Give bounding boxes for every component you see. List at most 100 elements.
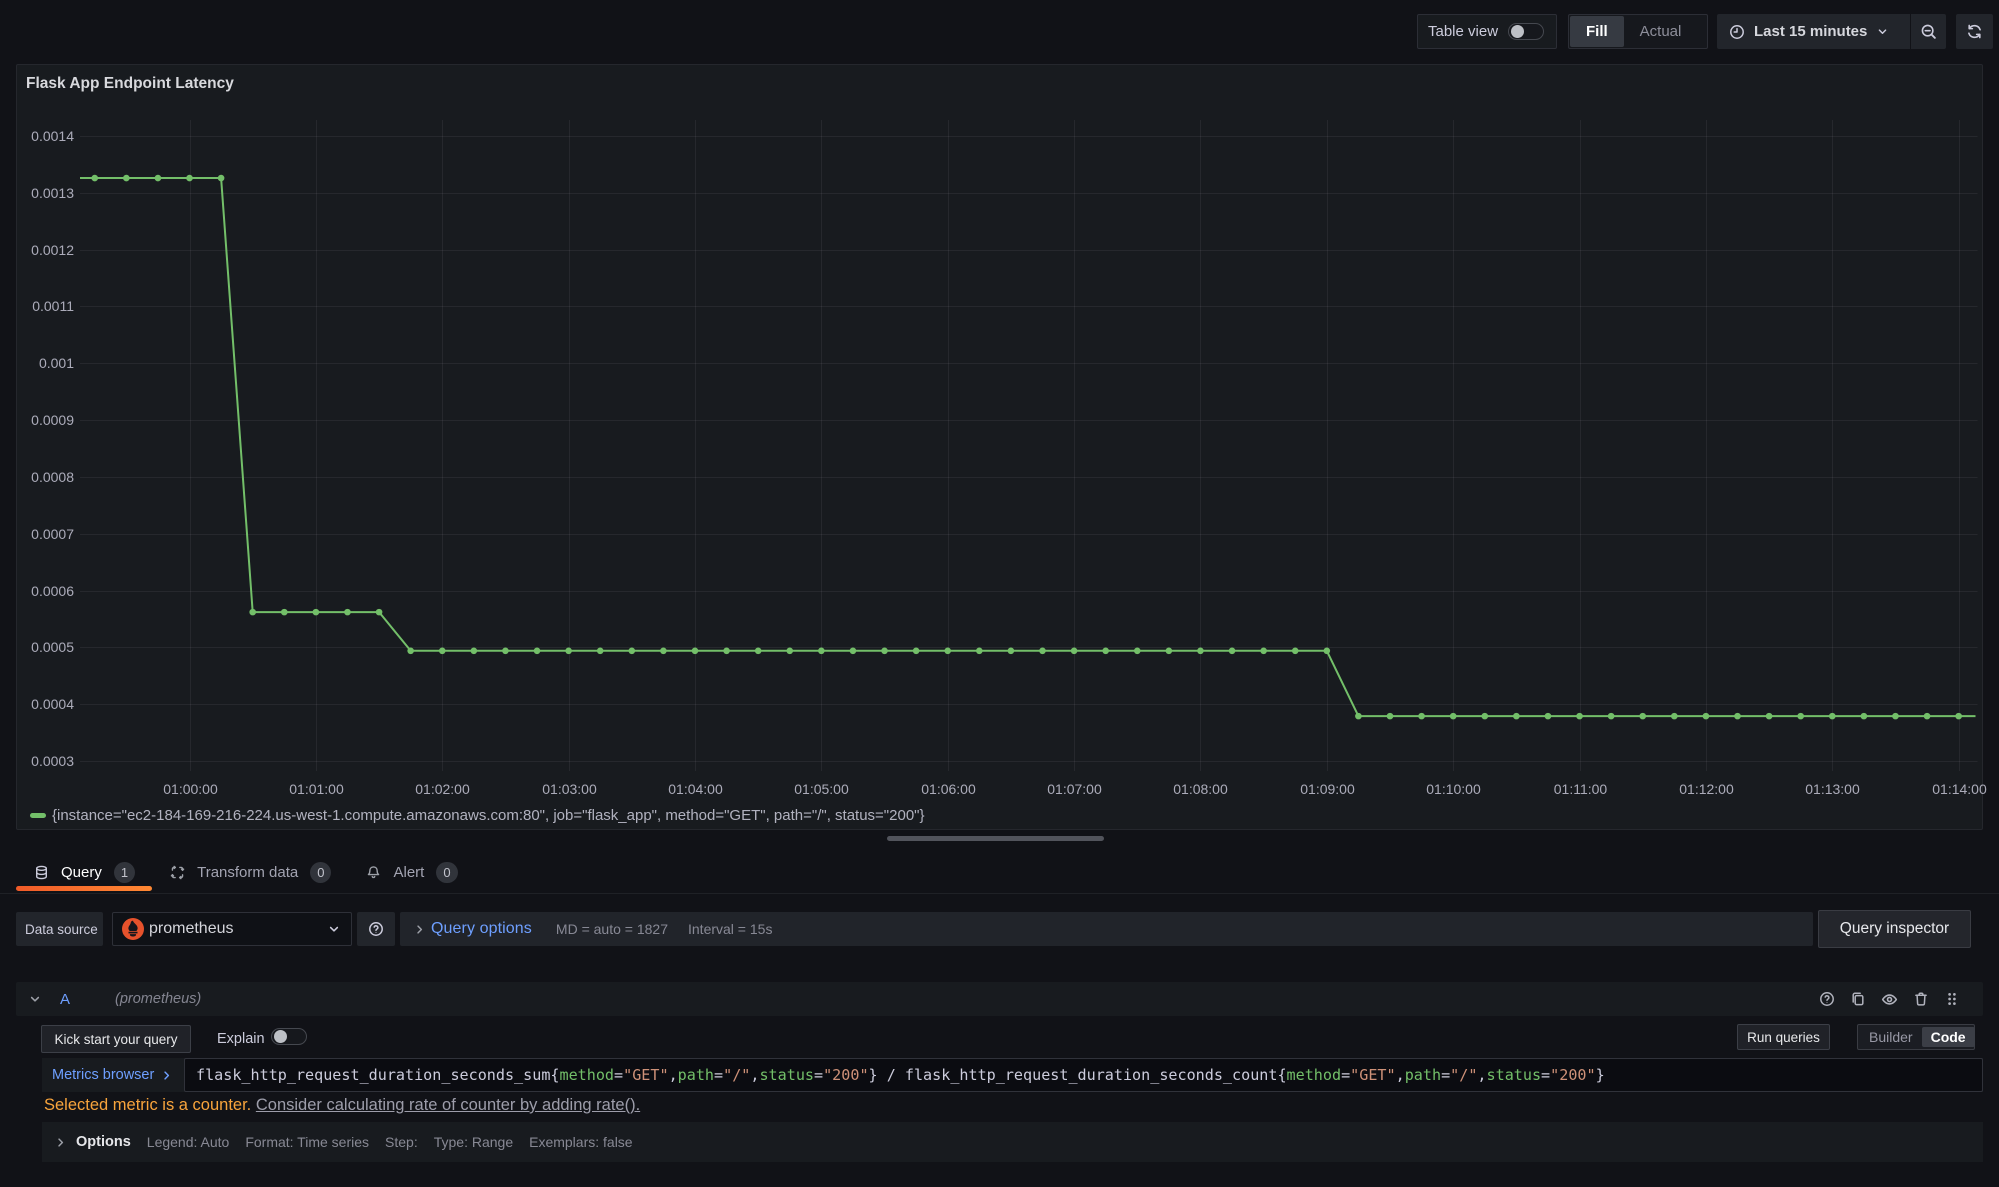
process-icon <box>170 865 185 880</box>
svg-text:0.0013: 0.0013 <box>31 185 74 201</box>
svg-text:0.0011: 0.0011 <box>32 298 74 314</box>
option-step: Step: <box>385 1134 418 1150</box>
eye-icon <box>1881 991 1898 1008</box>
warning-link[interactable]: Consider calculating rate of counter by … <box>256 1096 640 1114</box>
query-options-chevron <box>413 923 426 936</box>
svg-text:01:13:00: 01:13:00 <box>1805 781 1860 797</box>
query-options-interval: Interval = 15s <box>688 921 772 937</box>
svg-text:01:04:00: 01:04:00 <box>668 781 723 797</box>
pane-resize-handle[interactable] <box>887 836 1104 841</box>
svg-text:01:12:00: 01:12:00 <box>1679 781 1734 797</box>
svg-text:01:03:00: 01:03:00 <box>542 781 597 797</box>
legend-item[interactable]: {instance="ec2-184-169-216-224.us-west-1… <box>30 807 925 824</box>
svg-text:01:06:00: 01:06:00 <box>921 781 976 797</box>
kick-start-query-button[interactable]: Kick start your query <box>41 1025 191 1053</box>
tab-query[interactable]: Query 1 <box>16 852 152 893</box>
timeseries-chart[interactable]: 0.00030.00040.00050.00060.00070.00080.00… <box>17 65 1982 829</box>
fill-option[interactable]: Fill <box>1570 16 1624 47</box>
timeseries-panel: Flask App Endpoint Latency 0.00030.00040… <box>16 64 1983 830</box>
datasource-value: prometheus <box>149 920 322 938</box>
clock-icon <box>1729 24 1745 40</box>
svg-text:0.0014: 0.0014 <box>31 128 74 144</box>
question-circle-icon <box>1819 991 1835 1007</box>
svg-text:01:09:00: 01:09:00 <box>1300 781 1355 797</box>
svg-text:01:07:00: 01:07:00 <box>1047 781 1102 797</box>
chevron-right-icon <box>54 1136 67 1149</box>
refresh-icon <box>1966 23 1983 40</box>
datasource-picker[interactable]: prometheus <box>112 912 352 946</box>
query-inspector-button[interactable]: Query inspector <box>1818 910 1971 948</box>
query-options-row[interactable]: Options Legend: Auto Format: Time series… <box>42 1122 1983 1162</box>
tab-alert[interactable]: Alert 0 <box>348 852 474 893</box>
code-option[interactable]: Code <box>1922 1027 1975 1047</box>
explain-label: Explain <box>217 1025 265 1053</box>
alert-tab-icon <box>366 865 381 880</box>
time-range-picker[interactable]: Last 15 minutes <box>1717 14 1910 49</box>
query-ref-id: A <box>60 991 70 1008</box>
option-legend: Legend: Auto <box>147 1134 230 1150</box>
datasource-help-button[interactable] <box>357 912 395 946</box>
svg-text:01:05:00: 01:05:00 <box>794 781 849 797</box>
editor-tabs: Query 1 Transform data 0 Alert 0 <box>0 852 1999 894</box>
trash-icon <box>1913 991 1929 1007</box>
promql-query-text: flask_http_request_duration_seconds_sum{… <box>196 1066 1605 1084</box>
time-range-group: Last 15 minutes <box>1717 14 1946 49</box>
query-datasource-hint: (prometheus) <box>115 991 201 1007</box>
table-view-field: Table view <box>1417 14 1557 49</box>
metrics-browser-button[interactable]: Metrics browser <box>52 1058 173 1092</box>
svg-text:01:08:00: 01:08:00 <box>1173 781 1228 797</box>
svg-text:0.001: 0.001 <box>39 355 74 371</box>
table-view-label: Table view <box>1428 23 1498 40</box>
transform-tab-icon <box>170 865 185 880</box>
query-options-toggle[interactable]: Query options MD = auto = 1827 Interval … <box>400 912 1813 946</box>
svg-text:01:10:00: 01:10:00 <box>1426 781 1481 797</box>
query-help-button[interactable] <box>1819 991 1835 1007</box>
toggle-visibility-button[interactable] <box>1881 991 1898 1008</box>
tab-transform-data[interactable]: Transform data 0 <box>152 852 348 893</box>
grafana-panel-editor: { "toolbar": { "table_view_label": "Tabl… <box>0 0 1999 1187</box>
svg-text:01:02:00: 01:02:00 <box>415 781 470 797</box>
table-view-toggle[interactable] <box>1508 23 1544 40</box>
warning-text: Selected metric is a counter. <box>44 1096 251 1114</box>
time-range-label: Last 15 minutes <box>1754 23 1867 40</box>
prometheus-icon <box>122 918 144 940</box>
fill-actual-group: Fill Actual <box>1568 14 1708 49</box>
query-row-header[interactable]: A (prometheus) <box>16 982 1983 1016</box>
duplicate-query-button[interactable] <box>1850 991 1866 1007</box>
svg-text:0.0005: 0.0005 <box>31 639 74 655</box>
query-count-badge: 1 <box>114 862 135 883</box>
bell-icon <box>366 865 381 880</box>
builder-option[interactable]: Builder <box>1860 1027 1922 1047</box>
svg-text:0.0006: 0.0006 <box>31 583 74 599</box>
transform-count-badge: 0 <box>310 862 331 883</box>
query-row-collapse-chevron[interactable] <box>28 992 42 1006</box>
refresh-button[interactable] <box>1956 14 1993 49</box>
svg-text:01:00:00: 01:00:00 <box>163 781 218 797</box>
chevron-down-icon <box>1876 25 1889 38</box>
explain-toggle[interactable] <box>271 1028 307 1045</box>
svg-text:01:01:00: 01:01:00 <box>289 781 344 797</box>
question-circle-icon <box>368 921 384 937</box>
datasource-label: Data source <box>16 912 103 946</box>
svg-text:01:11:00: 01:11:00 <box>1554 781 1608 797</box>
zoom-out-icon <box>1920 23 1937 40</box>
chevron-down-icon <box>327 922 341 936</box>
actual-option[interactable]: Actual <box>1624 16 1698 47</box>
svg-text:0.0008: 0.0008 <box>31 469 74 485</box>
option-format: Format: Time series <box>245 1134 369 1150</box>
drag-query-handle[interactable] <box>1944 991 1960 1007</box>
promql-code-editor[interactable]: flask_http_request_duration_seconds_sum{… <box>184 1058 1983 1092</box>
svg-text:0.0007: 0.0007 <box>31 526 74 542</box>
zoom-out-button[interactable] <box>1910 14 1946 49</box>
alert-count-badge: 0 <box>436 862 457 883</box>
option-exemplars: Exemplars: false <box>529 1134 632 1150</box>
query-options-md: MD = auto = 1827 <box>556 921 668 937</box>
delete-query-button[interactable] <box>1913 991 1929 1007</box>
query-editor-row: Metrics browser flask_http_request_durat… <box>42 1058 1983 1092</box>
drag-handle-icon <box>1944 991 1960 1007</box>
svg-text:0.0012: 0.0012 <box>31 242 74 258</box>
svg-text:0.0004: 0.0004 <box>31 696 74 712</box>
counter-warning: Selected metric is a counter. Consider c… <box>44 1096 640 1115</box>
chevron-right-icon <box>413 923 426 936</box>
run-queries-button[interactable]: Run queries <box>1737 1024 1830 1050</box>
